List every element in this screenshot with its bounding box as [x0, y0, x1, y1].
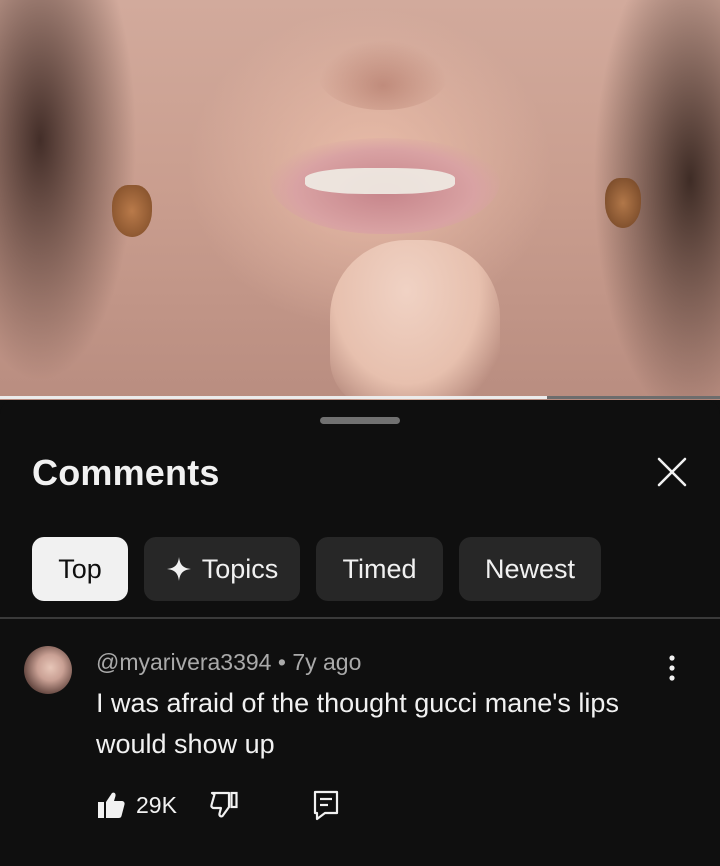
- chip-newest[interactable]: Newest: [459, 537, 601, 601]
- more-vertical-icon: [669, 655, 675, 681]
- comment-actions: 29K: [96, 788, 341, 822]
- video-frame-detail: [318, 40, 448, 110]
- chip-top[interactable]: Top: [32, 537, 128, 601]
- chip-topics[interactable]: Topics: [144, 537, 300, 601]
- video-frame-detail: [605, 178, 641, 228]
- divider: [0, 617, 720, 619]
- comment-age: 7y ago: [292, 649, 362, 675]
- video-progress-fill: [0, 396, 548, 399]
- chip-label: Newest: [484, 553, 576, 584]
- thumbs-up-icon: [98, 792, 125, 818]
- thumbs-down-icon: [210, 791, 238, 818]
- dislike-button[interactable]: [209, 790, 239, 820]
- chip-label: Top: [58, 553, 102, 584]
- chip-label: Topics: [201, 553, 279, 584]
- close-icon: [657, 457, 687, 487]
- sort-chips: Top Topics Timed Newest: [32, 537, 601, 601]
- comment-text: I was afraid of the thought gucci mane's…: [96, 688, 619, 759]
- comment-menu-button[interactable]: [660, 653, 684, 683]
- sparkle-icon: [166, 556, 192, 582]
- comments-sheet: Comments Top Topics Timed Newest @myariv…: [0, 400, 720, 866]
- video-player[interactable]: [0, 0, 720, 400]
- video-progress-bar[interactable]: [0, 396, 720, 399]
- video-frame-detail: [305, 168, 455, 194]
- video-frame-detail: [330, 240, 500, 400]
- chip-timed[interactable]: Timed: [316, 537, 443, 601]
- chip-label: Timed: [342, 553, 417, 584]
- avatar[interactable]: [24, 646, 72, 694]
- close-button[interactable]: [652, 452, 692, 492]
- reply-icon: [313, 790, 339, 821]
- video-frame-detail: [112, 185, 152, 237]
- meta-separator: •: [271, 649, 293, 675]
- like-button[interactable]: [96, 790, 126, 820]
- drag-handle[interactable]: [320, 417, 400, 424]
- like-count: 29K: [136, 791, 177, 818]
- comment-meta: @myarivera3394 • 7y ago: [96, 649, 361, 676]
- reply-button[interactable]: [311, 789, 341, 821]
- comments-title: Comments: [32, 452, 220, 493]
- comment-author[interactable]: @myarivera3394: [96, 649, 271, 675]
